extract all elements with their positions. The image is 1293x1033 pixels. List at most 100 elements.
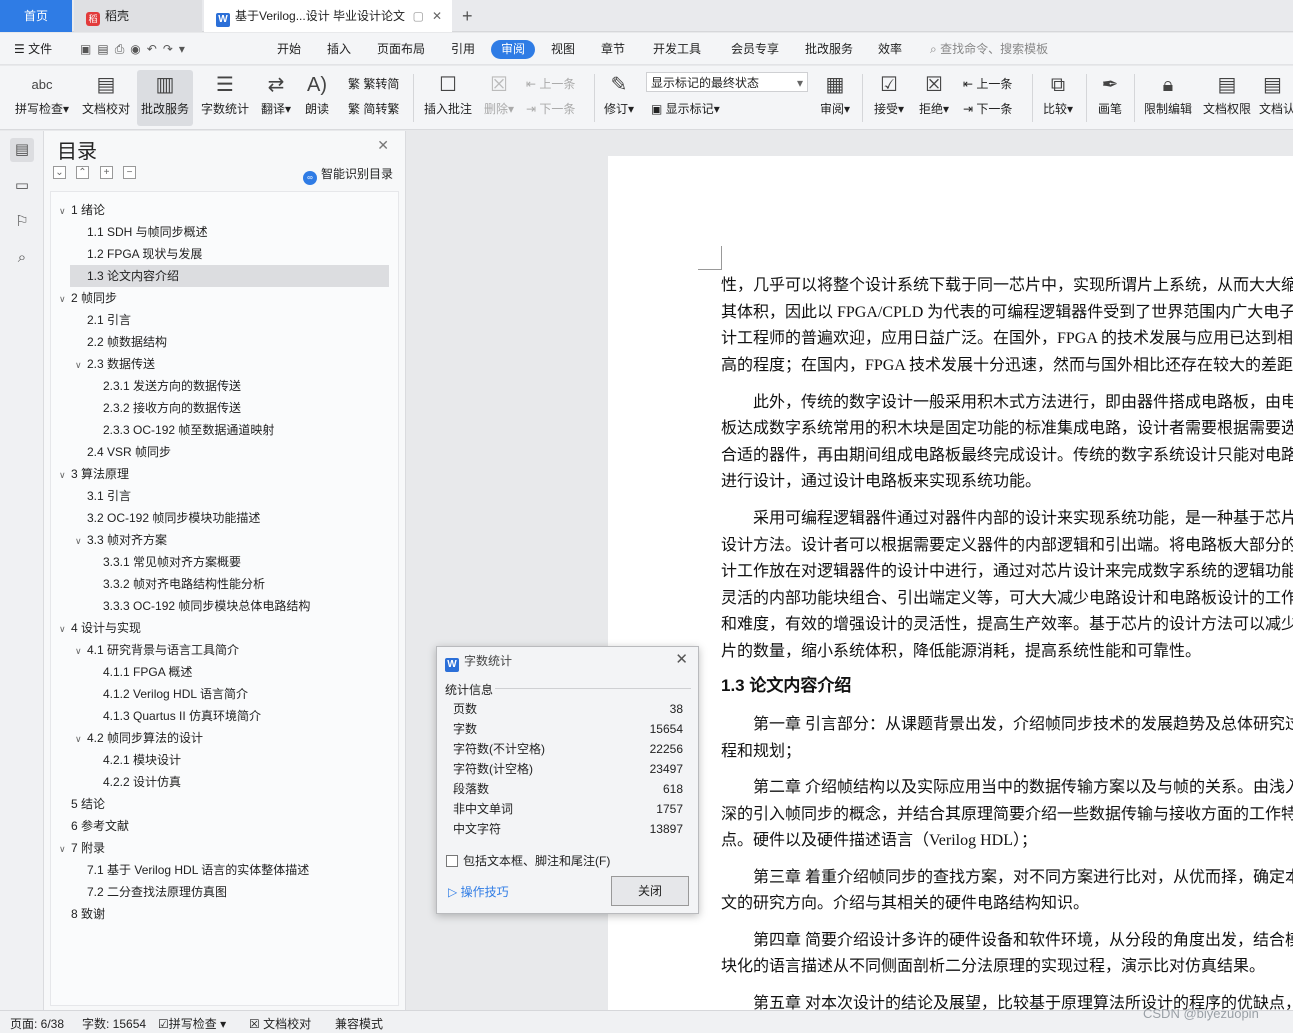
menu-layout[interactable]: 页面布局 <box>377 39 425 59</box>
tab-close-icon[interactable]: ✕ <box>432 0 442 32</box>
prev-change-button[interactable]: ⇤ 上一条 <box>963 74 1012 94</box>
document-line[interactable]: 合适的器件，再由期间组成电路板最终完成设计。传统的数字系统设计只能对电路板 <box>721 443 1293 470</box>
toc-item[interactable]: 8 致谢 <box>51 903 389 925</box>
toc-item[interactable]: 2.3.1 发送方向的数据传送 <box>51 375 389 397</box>
document-line[interactable]: 计工程师的普遍欢迎，应用日益广泛。在国外，FPGA 的技术发展与应用已达到相当 <box>721 326 1293 353</box>
export-icon[interactable]: ▤ <box>97 42 114 56</box>
toc-item[interactable]: ∨ 2 帧同步 <box>51 287 389 309</box>
document-line[interactable]: 设计方法。设计者可以根据需要定义器件的内部逻辑和引出端。将电路板大部分的设 <box>721 533 1293 560</box>
delete-comment-button[interactable]: ☒ 删除▾ <box>481 70 517 126</box>
track-changes-button[interactable]: ✎ 修订▾ <box>602 70 636 126</box>
chevron-down-icon[interactable]: ∨ <box>59 838 71 860</box>
tab-home[interactable]: 首页 <box>0 0 72 32</box>
toc-item[interactable]: 6 参考文献 <box>51 815 389 837</box>
translate-button[interactable]: ⇄ 翻译▾ <box>257 70 295 126</box>
chevron-down-icon[interactable]: ∨ <box>59 288 71 310</box>
markup-state-select[interactable]: 显示标记的最终状态 ▾ <box>646 72 808 92</box>
command-search[interactable]: ⌕ 查找命令、搜索模板 <box>930 39 1048 59</box>
doc-check-button[interactable]: ▤ 文档校对 <box>80 70 132 126</box>
chevron-down-icon[interactable]: ∨ <box>59 618 71 640</box>
chapter-nav-icon[interactable]: ▭ <box>10 174 34 198</box>
toc-item[interactable]: 4.2.1 模块设计 <box>51 749 389 771</box>
section-heading[interactable]: 1.3 论文内容介绍 <box>721 671 851 696</box>
toc-item[interactable]: 3.1 引言 <box>51 485 389 507</box>
insert-comment-button[interactable]: ☐ 插入批注 <box>422 70 474 126</box>
document-line[interactable]: 其体积，因此以 FPGA/CPLD 为代表的可编程逻辑器件受到了世界范围内广大电… <box>721 300 1293 327</box>
document-line[interactable]: 计工作放在对逻辑器件的设计中进行，通过对芯片设计来完成数字系统的逻辑功能。 <box>721 559 1293 586</box>
save-icon[interactable]: ▣ <box>80 42 97 56</box>
toc-item[interactable]: 3.3.1 常见帧对齐方案概要 <box>51 551 389 573</box>
chevron-down-icon[interactable]: ∨ <box>59 464 71 486</box>
toc-item[interactable]: 2.3.2 接收方向的数据传送 <box>51 397 389 419</box>
compare-button[interactable]: ⧉ 比较▾ <box>1040 70 1076 126</box>
document-line[interactable]: 第一章 引言部分：从课题背景出发，介绍帧同步技术的发展趋势及总体研究过 <box>721 712 1293 739</box>
document-line[interactable]: 第二章 介绍帧结构以及实际应用当中的数据传输方案以及与帧的关系。由浅入 <box>721 775 1293 802</box>
toc-item[interactable]: 4.2.2 设计仿真 <box>51 771 389 793</box>
toc-item[interactable]: 3.2 OC-192 帧同步模块功能描述 <box>51 507 389 529</box>
toc-item[interactable]: ∨ 3 算法原理 <box>51 463 389 485</box>
toc-item[interactable]: 4.1.3 Quartus II 仿真环境简介 <box>51 705 389 727</box>
new-tab-icon[interactable]: + <box>462 0 482 32</box>
close-button[interactable]: 关闭 <box>611 876 689 906</box>
document-line[interactable]: 程和规划； <box>721 739 1293 766</box>
menu-member[interactable]: 会员专享 <box>731 39 779 59</box>
toc-item[interactable]: ∨ 4 设计与实现 <box>51 617 389 639</box>
search-icon[interactable]: ⌕ <box>10 246 34 270</box>
document-line[interactable]: 此外，传统的数字设计一般采用积木式方法进行，即由器件搭成电路板，由电路 <box>721 390 1293 417</box>
spellcheck-status[interactable]: ☑拼写检查 ▾ <box>158 1015 226 1032</box>
toc-item[interactable]: 7.2 二分查找法原理仿真图 <box>51 881 389 903</box>
tab-daoke[interactable]: 稻稻壳 <box>74 0 202 32</box>
toc-item[interactable]: 2.4 VSR 帧同步 <box>51 441 389 463</box>
checkbox-box[interactable] <box>446 855 458 867</box>
toc-item[interactable]: ∨ 4.1 研究背景与语言工具简介 <box>51 639 389 661</box>
trad-to-simp-button[interactable]: 繁 繁转简 <box>348 74 399 94</box>
toc-item[interactable]: ∨ 2.3 数据传送 <box>51 353 389 375</box>
document-line[interactable]: 进行设计，通过设计电路板来实现系统功能。 <box>721 469 1293 496</box>
toc-item[interactable]: 5 结论 <box>51 793 389 815</box>
reject-button[interactable]: ☒ 拒绝▾ <box>917 70 951 126</box>
chevron-down-icon[interactable]: ∨ <box>75 530 87 552</box>
collapse-icon[interactable]: ⌄ <box>53 166 66 179</box>
document-line[interactable]: 文的研究方向。介绍与其相关的硬件电路结构知识。 <box>721 891 1293 918</box>
document-line[interactable]: 采用可编程逻辑器件通过对器件内部的设计来实现系统功能，是一种基于芯片的 <box>721 506 1293 533</box>
document-line[interactable]: 和难度，有效的增强设计的灵活性，提高生产效率。基于芯片的设计方法可以减少芯 <box>721 612 1293 639</box>
toc-item[interactable]: 4.1.2 Verilog HDL 语言简介 <box>51 683 389 705</box>
chevron-down-icon[interactable]: ∨ <box>75 354 87 376</box>
toc-item[interactable]: 2.3.3 OC-192 帧至数据通道映射 <box>51 419 389 441</box>
document-line[interactable]: 深的引入帧同步的概念，并结合其原理简要介绍一些数据传输与接收方面的工作特 <box>721 802 1293 829</box>
tab-document[interactable]: W 基于Verilog...设计 毕业设计论文 ▢ ✕ <box>204 0 452 32</box>
toc-item[interactable]: 3.3.3 OC-192 帧同步模块总体电路结构 <box>51 595 389 617</box>
document-line[interactable]: 灵活的内部功能块组合、引出端定义等，可大大减少电路设计和电路板设计的工作量 <box>721 586 1293 613</box>
chevron-down-icon[interactable]: ∨ <box>75 640 87 662</box>
document-line[interactable]: 板达成数字系统常用的积木块是固定功能的标准集成电路，设计者需要根据需要选择 <box>721 416 1293 443</box>
toc-item[interactable]: 1.2 FPGA 现状与发展 <box>51 243 389 265</box>
chevron-down-icon[interactable]: ∨ <box>75 728 87 750</box>
customize-icon[interactable]: ▾ <box>179 42 191 56</box>
toc-item[interactable]: ∨ 1 绪论 <box>51 199 389 221</box>
show-markup-button[interactable]: ▣ 显示标记▾ <box>651 99 720 119</box>
toc-item[interactable]: 4.1.1 FPGA 概述 <box>51 661 389 683</box>
restrict-edit-button[interactable]: 🔒︎ 限制编辑 <box>1142 70 1194 126</box>
menu-start[interactable]: 开始 <box>277 39 301 59</box>
toc-pane-icon[interactable]: ▤ <box>10 138 34 162</box>
print-icon[interactable]: ⎙ <box>115 42 131 56</box>
close-icon[interactable]: ✕ <box>675 650 688 668</box>
accept-button[interactable]: ☑ 接受▾ <box>872 70 906 126</box>
next-comment-button[interactable]: ⇥ 下一条 <box>526 99 575 119</box>
document-line[interactable]: 点。硬件以及硬件描述语言（Verilog HDL）； <box>721 828 1293 855</box>
close-icon[interactable]: ✕ <box>377 137 389 154</box>
menu-reference[interactable]: 引用 <box>451 39 475 59</box>
word-count-button[interactable]: ☰ 字数统计 <box>199 70 251 126</box>
smart-toc-button[interactable]: ∞ 智能识别目录 <box>302 165 393 185</box>
toc-item[interactable]: 2.1 引言 <box>51 309 389 331</box>
document-line[interactable]: 第四章 简要介绍设计多许的硬件设备和软件环境，从分段的角度出发，结合模 <box>721 928 1293 955</box>
simp-to-trad-button[interactable]: 繁 简转繁 <box>348 99 399 119</box>
document-line[interactable]: 高的程度；在国内，FPGA 技术发展十分迅速，然而与国外相比还存在较大的差距。 <box>721 353 1293 380</box>
menu-insert[interactable]: 插入 <box>327 39 351 59</box>
page-indicator[interactable]: 页面: 6/38 <box>10 1015 64 1032</box>
doc-check-status[interactable]: ☒ 文档校对 <box>249 1015 311 1032</box>
undo-icon[interactable]: ↶ <box>147 42 163 56</box>
read-aloud-button[interactable]: A) 朗读 <box>302 70 332 126</box>
toc-item[interactable]: 1.1 SDH 与帧同步概述 <box>51 221 389 243</box>
menu-file[interactable]: ☰ 文件 <box>14 39 52 59</box>
